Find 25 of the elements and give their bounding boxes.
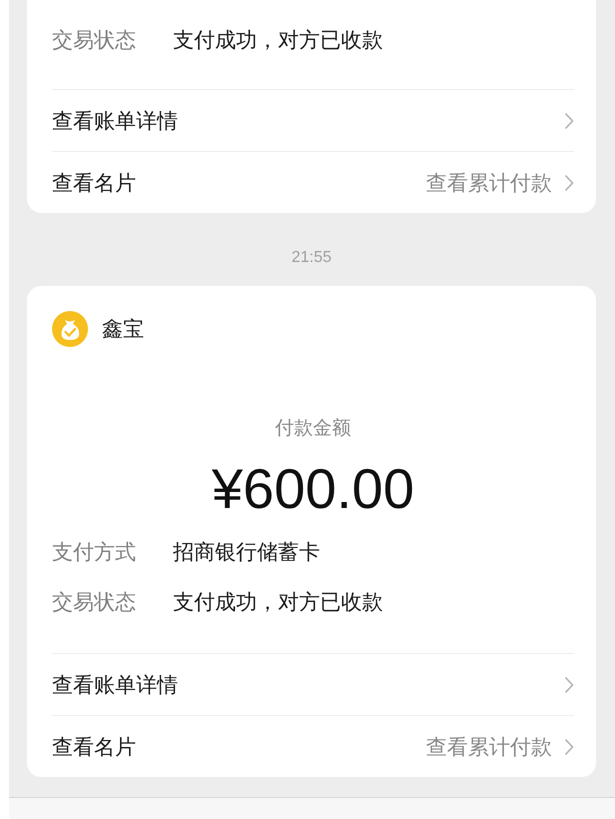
detail-value: 支付成功，对方已收款 xyxy=(173,27,383,54)
link-label: 查看名片 xyxy=(52,170,136,196)
link-row[interactable]: 查看名片 查看累计付款 xyxy=(52,151,574,213)
amount-label: 付款金额 xyxy=(274,416,352,441)
chevron-icon xyxy=(564,738,574,756)
detail-value: 招商银行储蓄卡 xyxy=(173,539,320,566)
detail-value: 支付成功，对方已收款 xyxy=(173,589,383,616)
link-row[interactable]: 查看账单详情 xyxy=(52,89,574,151)
detail-label: 交易状态 xyxy=(52,589,137,616)
link-label: 查看账单详情 xyxy=(52,108,178,134)
link-label: 查看账单详情 xyxy=(52,672,178,698)
link-row[interactable]: 查看账单详情 xyxy=(52,653,574,715)
chevron-icon xyxy=(564,174,574,192)
merchant-name: 鑫宝 xyxy=(102,316,144,343)
detail-label: 支付方式 xyxy=(52,539,137,566)
timestamp: 21:55 xyxy=(290,248,333,268)
link-row[interactable]: 查看名片 查看累计付款 xyxy=(52,715,574,777)
chevron-icon xyxy=(564,676,574,694)
money-bag-icon xyxy=(52,311,88,347)
link-value: 查看累计付款 xyxy=(426,734,552,760)
detail-label: 交易状态 xyxy=(52,27,137,54)
chevron-icon xyxy=(564,112,574,130)
amount: ¥600.00 xyxy=(210,459,416,519)
link-value: 查看累计付款 xyxy=(426,170,552,196)
link-label: 查看名片 xyxy=(52,734,136,760)
